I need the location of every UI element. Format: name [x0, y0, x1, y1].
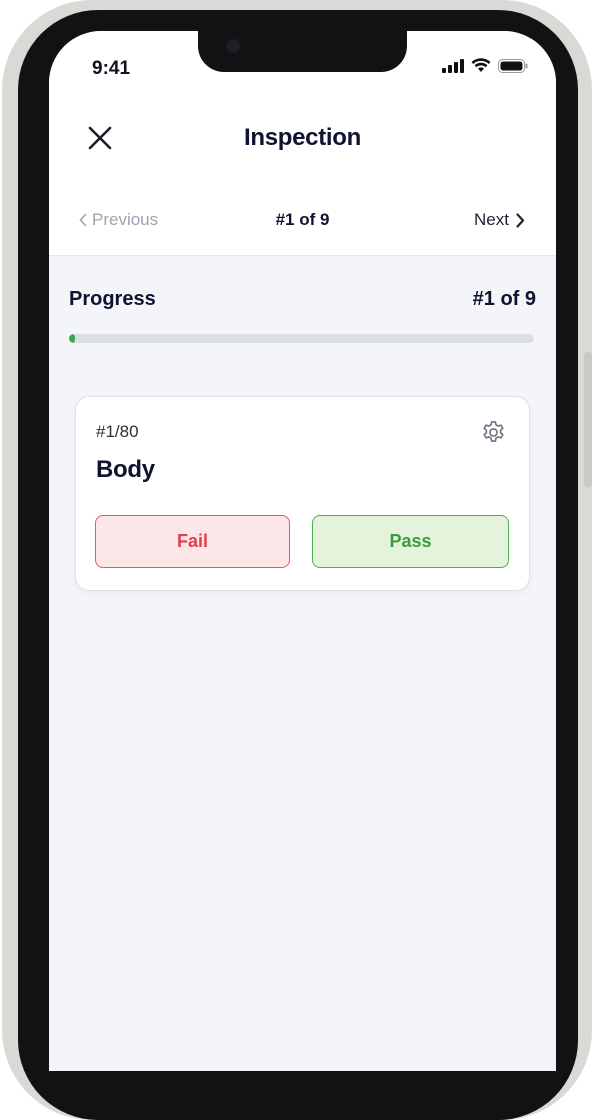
fail-button[interactable]: Fail: [95, 515, 290, 568]
battery-icon: [498, 58, 528, 73]
app-header: Inspection: [49, 93, 556, 184]
progress-label: Progress: [69, 288, 156, 310]
notch: [198, 31, 407, 72]
progress-fill: [69, 334, 75, 343]
pass-label: Pass: [389, 531, 432, 551]
item-name: Body: [96, 456, 155, 483]
fail-label: Fail: [176, 531, 208, 551]
item-number: #1/80: [96, 422, 139, 441]
wifi-icon: [471, 58, 491, 72]
chevron-right-icon: [516, 212, 525, 228]
progress-count: #1 of 9: [472, 288, 536, 310]
next-label: Next: [474, 210, 509, 229]
status-icons: [442, 58, 528, 73]
inspection-item-card: #1/80 Body Fail Pass: [75, 396, 530, 591]
pass-button[interactable]: Pass: [312, 515, 509, 568]
item-navigation: Previous #1 of 9 Next: [49, 183, 556, 256]
front-camera: [226, 39, 240, 53]
app-screen: 9:41 Inspection Previous #1 of 9 Next Pr…: [49, 31, 556, 1071]
status-time: 9:41: [92, 58, 131, 79]
cellular-signal-icon: [442, 58, 464, 73]
gear-icon[interactable]: [480, 419, 507, 446]
power-button: [584, 352, 592, 487]
progress-bar: [69, 334, 534, 343]
next-button[interactable]: Next: [474, 210, 525, 230]
page-title: Inspection: [243, 124, 361, 151]
